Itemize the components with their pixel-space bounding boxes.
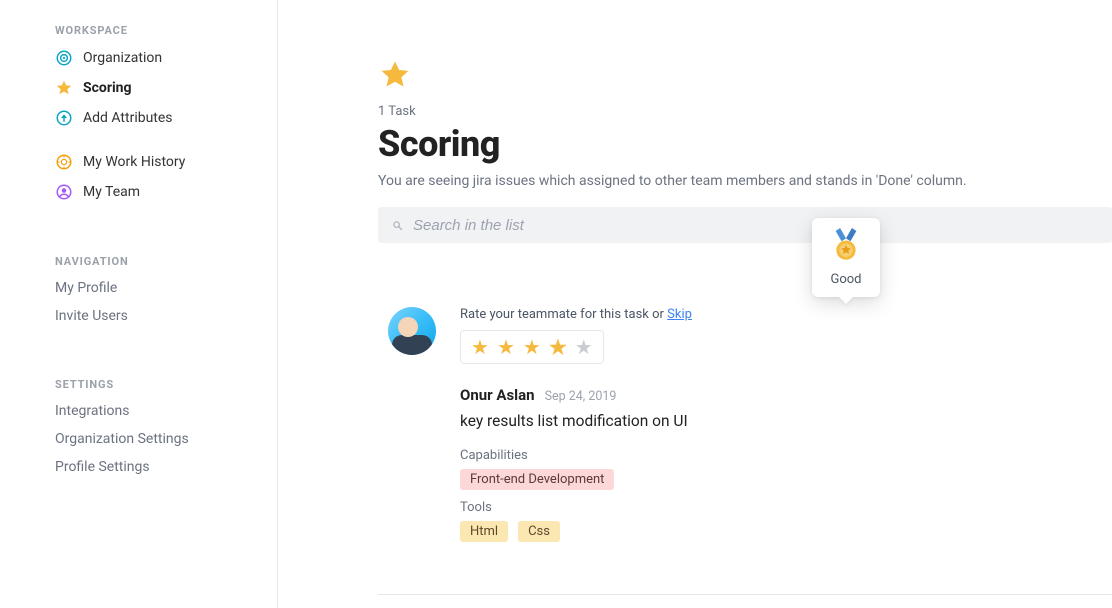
sidebar-link-integrations[interactable]: Integrations: [55, 397, 257, 425]
sidebar-heading: WORKSPACE: [55, 24, 257, 37]
target-icon: [55, 49, 73, 67]
task-count: 1 Task: [378, 104, 1112, 119]
up-circle-icon: [55, 109, 73, 127]
rating-star-1[interactable]: ★: [471, 337, 489, 357]
rating-stars[interactable]: ★ ★ ★ ★ ★: [460, 330, 604, 364]
sidebar-item-scoring[interactable]: Scoring: [55, 73, 257, 103]
capability-tag: Front-end Development: [460, 469, 614, 490]
sidebar-item-add-attributes[interactable]: Add Attributes: [55, 103, 257, 133]
page-title: Scoring: [378, 123, 1112, 165]
task-date: Sep 24, 2019: [545, 389, 617, 404]
sidebar-item-label: My Work History: [83, 154, 185, 170]
search-input[interactable]: [413, 217, 1098, 234]
sidebar-item-label: Organization: [83, 50, 162, 66]
rating-star-5[interactable]: ★: [575, 337, 593, 357]
search-icon: [392, 220, 403, 231]
sidebar-item-label: Scoring: [83, 80, 132, 96]
capabilities-label: Capabilities: [460, 448, 1112, 463]
tools-label: Tools: [460, 500, 1112, 515]
page-subtitle: You are seeing jira issues which assigne…: [378, 173, 1112, 189]
sidebar-item-organization[interactable]: Organization: [55, 43, 257, 73]
search-input-wrap[interactable]: [378, 207, 1112, 243]
sidebar-heading: SETTINGS: [55, 378, 257, 391]
task-author: Onur Aslan: [460, 386, 535, 404]
main: 1 Task Scoring You are seeing jira issue…: [278, 0, 1112, 608]
avatar: [388, 307, 436, 355]
task-card: Rate your teammate for this task or Skip…: [378, 307, 1112, 595]
sidebar: WORKSPACE Organization Scoring Add Attribut…: [0, 0, 278, 608]
capabilities-row: Front-end Development: [460, 469, 1112, 490]
tools-row: Html Css: [460, 521, 1112, 542]
sidebar-item-label: My Team: [83, 184, 140, 200]
skip-link[interactable]: Skip: [667, 307, 692, 322]
tool-tag: Css: [518, 521, 560, 542]
tool-tag: Html: [460, 521, 508, 542]
sidebar-item-label: Add Attributes: [83, 110, 173, 126]
rating-tooltip-label: Good: [830, 272, 861, 287]
rating-star-4[interactable]: ★: [547, 336, 568, 359]
rating-star-2[interactable]: ★: [497, 337, 515, 357]
gear-badge-icon: [55, 153, 73, 171]
star-icon: [378, 58, 1112, 92]
sidebar-item-my-work-history[interactable]: My Work History: [55, 147, 257, 177]
star-icon: [55, 79, 73, 97]
rating-star-3[interactable]: ★: [523, 337, 541, 357]
person-circle-icon: [55, 183, 73, 201]
rate-prompt: Rate your teammate for this task or Skip: [460, 307, 1112, 322]
sidebar-link-profile-settings[interactable]: Profile Settings: [55, 453, 257, 481]
sidebar-link-invite-users[interactable]: Invite Users: [55, 302, 257, 330]
task-title: key results list modification on UI: [460, 412, 1112, 430]
sidebar-item-my-team[interactable]: My Team: [55, 177, 257, 207]
sidebar-heading: NAVIGATION: [55, 255, 257, 268]
sidebar-link-organization-settings[interactable]: Organization Settings: [55, 425, 257, 453]
medal-icon: [831, 228, 861, 262]
sidebar-link-my-profile[interactable]: My Profile: [55, 274, 257, 302]
rating-tooltip: Good: [812, 218, 880, 297]
